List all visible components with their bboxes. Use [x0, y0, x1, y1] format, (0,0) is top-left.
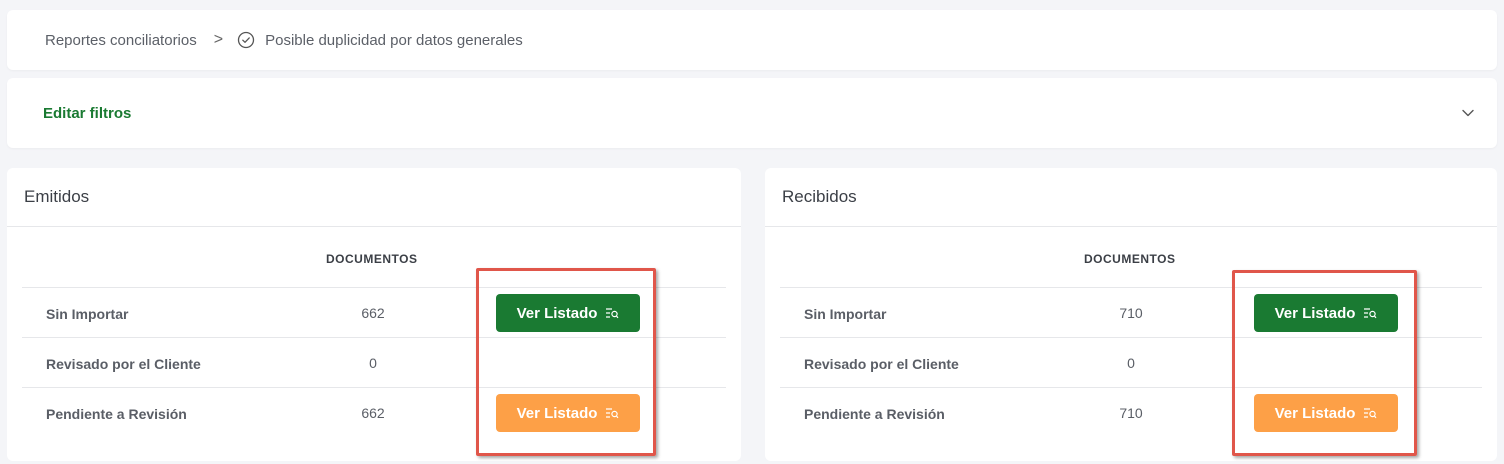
table-row: Revisado por el Cliente 0: [780, 338, 1482, 388]
panel-title: Recibidos: [765, 168, 1497, 227]
row-label: Revisado por el Cliente: [46, 356, 201, 372]
breadcrumb-current: Posible duplicidad por datos generales: [265, 31, 523, 49]
ver-listado-button[interactable]: Ver Listado: [1254, 394, 1398, 432]
row-count: 0: [1127, 355, 1135, 371]
row-label: Revisado por el Cliente: [804, 356, 959, 372]
table-header: DOCUMENTOS: [780, 227, 1482, 288]
row-label: Sin Importar: [46, 306, 129, 322]
button-label: Ver Listado: [1274, 304, 1356, 322]
table-header: DOCUMENTOS: [22, 227, 726, 288]
recibidos-panel: Recibidos DOCUMENTOS Sin Importar 710 Ve…: [765, 168, 1497, 461]
breadcrumb-separator: >: [213, 31, 224, 48]
table-row: Sin Importar 710 Ver Listado: [780, 288, 1482, 338]
breadcrumb-parent[interactable]: Reportes conciliatorios: [45, 32, 197, 49]
table-row: Sin Importar 662 Ver Listado: [22, 288, 726, 338]
table-row: Revisado por el Cliente 0: [22, 338, 726, 388]
emitidos-panel: Emitidos DOCUMENTOS Sin Importar 662 Ver…: [7, 168, 741, 461]
row-count: 662: [361, 405, 385, 421]
list-search-icon: [1364, 408, 1377, 419]
row-count: 710: [1119, 305, 1143, 321]
table-row: Pendiente a Revisión 710 Ver Listado: [780, 388, 1482, 438]
ver-listado-button[interactable]: Ver Listado: [1254, 294, 1398, 332]
panel-title: Emitidos: [7, 168, 741, 227]
documents-table: DOCUMENTOS Sin Importar 710 Ver Listado …: [780, 227, 1482, 438]
edit-filters-label[interactable]: Editar filtros: [43, 105, 131, 122]
documents-table: DOCUMENTOS Sin Importar 662 Ver Listado …: [22, 227, 726, 438]
check-circle-icon: [237, 31, 255, 49]
list-search-icon: [606, 308, 619, 319]
ver-listado-button[interactable]: Ver Listado: [496, 294, 640, 332]
row-count: 710: [1119, 405, 1143, 421]
column-header-documentos: DOCUMENTOS: [326, 252, 418, 266]
chevron-down-icon[interactable]: [1461, 106, 1475, 120]
filters-panel[interactable]: Editar filtros: [7, 78, 1497, 148]
button-label: Ver Listado: [516, 404, 598, 422]
column-header-documentos: DOCUMENTOS: [1084, 252, 1176, 266]
list-search-icon: [1364, 308, 1377, 319]
ver-listado-button[interactable]: Ver Listado: [496, 394, 640, 432]
list-search-icon: [606, 408, 619, 419]
button-label: Ver Listado: [1274, 404, 1356, 422]
row-count: 662: [361, 305, 385, 321]
breadcrumb: Reportes conciliatorios > Posible duplic…: [7, 10, 1497, 70]
table-row: Pendiente a Revisión 662 Ver Listado: [22, 388, 726, 438]
row-label: Pendiente a Revisión: [46, 406, 187, 422]
button-label: Ver Listado: [516, 304, 598, 322]
row-count: 0: [369, 355, 377, 371]
row-label: Pendiente a Revisión: [804, 406, 945, 422]
row-label: Sin Importar: [804, 306, 887, 322]
